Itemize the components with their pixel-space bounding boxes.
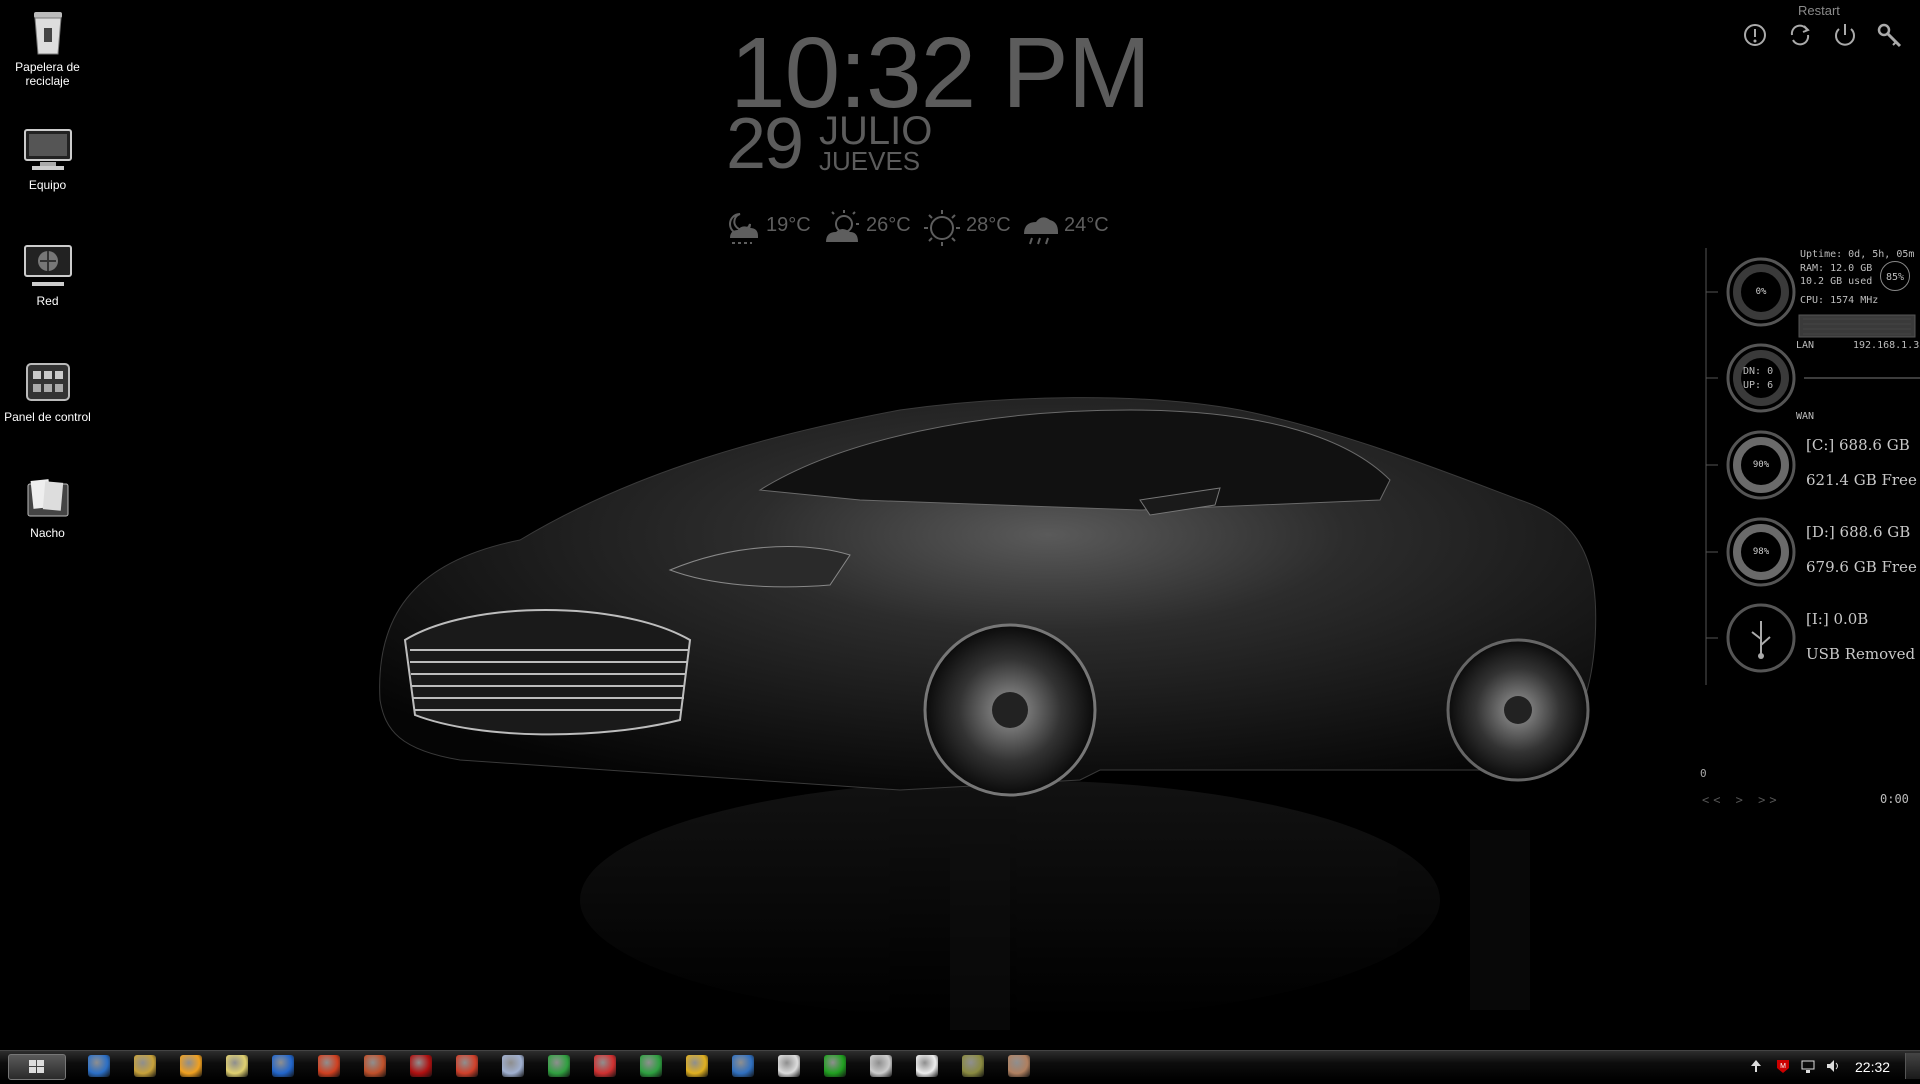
lan-ip: 192.168.1.33 [1853,340,1920,351]
messenger-icon[interactable] [548,1055,570,1077]
folder-tool-icon[interactable] [502,1055,524,1077]
network-icon [23,245,72,286]
wan-label: WAN [1796,411,1815,422]
restart-icon[interactable] [1785,20,1815,50]
partly-cloudy-night-icon [729,213,758,244]
desktop-icon-control-panel[interactable]: Panel de control [0,354,95,424]
desktop-icon-label: Nacho [30,526,65,540]
pen-tool-icon[interactable] [686,1055,708,1077]
ram-percent-badge: 85% [1880,261,1910,291]
media-counter: 0 [1700,767,1707,780]
firefox-icon[interactable] [272,1055,294,1077]
cpu-mhz-text: CPU: 1574 MHz [1800,295,1879,306]
media-controls[interactable]: << > >> [1702,793,1781,807]
user-folder-icon [27,479,68,517]
start-button[interactable] [8,1054,66,1080]
utorrent-icon[interactable] [640,1055,662,1077]
photo-app-icon[interactable] [1008,1055,1030,1077]
computer-icon [23,129,72,170]
net-down: DN: 0 [1743,366,1774,377]
drive-c-free: 621.4 GB Free [1806,471,1917,489]
key-icon[interactable] [1874,20,1904,50]
network-gauge [1724,341,1798,415]
desktop-icon-user-folder[interactable]: Nacho [0,470,95,540]
uptime-text: Uptime: 0d, 5h, 05m [1800,249,1915,260]
lan-label: LAN [1796,340,1815,351]
desktop-icon-label: Papelera de reciclaje [15,60,80,88]
cd-icon[interactable] [824,1055,846,1077]
drive-d-free: 679.6 GB Free [1806,558,1917,576]
tray-clock[interactable]: 22:32 [1855,1059,1890,1075]
desktop-icon[interactable] [88,1055,110,1077]
weather-temp: 26°C [866,214,911,236]
system-monitor-widget: 0% Uptime: 0d, 5h, 05m RAM: 12.0 GB 10.2… [1700,245,1920,685]
ram-used-text: 10.2 GB used [1800,276,1873,287]
winamp-icon[interactable] [226,1055,248,1077]
volume-icon[interactable] [1825,1058,1841,1074]
game-icon[interactable] [962,1055,984,1077]
pinwheel-icon[interactable] [318,1055,340,1077]
drive-i-size: [I:] 0.0B [1806,610,1869,628]
sunny-icon [924,210,960,246]
windows-logo-icon [29,1060,44,1073]
ram-percent: 85% [1885,272,1905,283]
network-tray-icon[interactable] [1800,1058,1816,1074]
drive-i-status: USB Removed [1806,645,1916,663]
cpu-gauge-value: 0% [1755,287,1767,297]
info-icon[interactable] [1740,20,1770,50]
desktop-icon-label: Red [36,294,59,308]
desktop-icon-recycle-bin[interactable]: Papelera de reciclaje [0,4,95,88]
fox-app-icon[interactable] [364,1055,386,1077]
chrome-icon[interactable] [456,1055,478,1077]
drive-d-gauge-value: 98% [1752,547,1770,557]
paint-icon[interactable] [134,1055,156,1077]
clock-month: JULIO [819,109,933,153]
ram-total-text: RAM: 12.0 GB [1800,263,1873,274]
usb-icon [1726,603,1796,673]
media-time: 0:00 [1880,792,1909,806]
restart-label: Restart [1798,3,1840,18]
desktop-icon-label: Equipo [28,178,67,192]
taskbar: M 22:32 [0,1050,1920,1081]
drive-c-size: [C:] 688.6 GB [1806,436,1910,454]
power-icon[interactable] [1830,20,1860,50]
clock-weekday: JUEVES [819,146,921,176]
mcafee-icon[interactable] [410,1055,432,1077]
cpu-gauge: 0% [1724,255,1798,329]
steam-icon[interactable] [870,1055,892,1077]
user-icon[interactable] [778,1055,800,1077]
network-tool-icon[interactable] [732,1055,754,1077]
net-up: UP: 6 [1743,380,1774,391]
desktop-icon-computer[interactable]: Equipo [0,122,95,192]
drive-c-gauge-value: 90% [1752,460,1770,470]
mcafee-tray-icon[interactable]: M [1775,1058,1791,1074]
control-panel-icon [25,363,70,401]
weather-temp: 28°C [966,214,1011,236]
drive-c-gauge: 90% [1724,428,1798,502]
drive-d-size: [D:] 688.6 GB [1806,523,1911,541]
capture-icon[interactable] [916,1055,938,1077]
recycle-bin-icon [33,12,62,55]
flower-app-icon[interactable] [594,1055,616,1077]
show-desktop-button[interactable] [1905,1053,1920,1079]
rain-cloud-icon [1024,217,1058,245]
gauge-ring [1726,343,1796,413]
usb-drive-gauge [1724,601,1798,675]
desktop-icon-network[interactable]: Red [0,238,95,308]
clock-day: 29 [726,104,804,184]
partly-sunny-icon [826,210,859,242]
weather-temp: 24°C [1064,214,1109,236]
drive-d-gauge: 98% [1724,515,1798,589]
desktop-icon-label: Panel de control [4,410,91,424]
svg-text:M: M [1780,1063,1786,1070]
weather-temp: 19°C [766,214,811,236]
media-player-icon[interactable] [180,1055,202,1077]
wallpaper-car-image [379,397,1597,1030]
tray-arrow-icon[interactable] [1748,1058,1764,1074]
